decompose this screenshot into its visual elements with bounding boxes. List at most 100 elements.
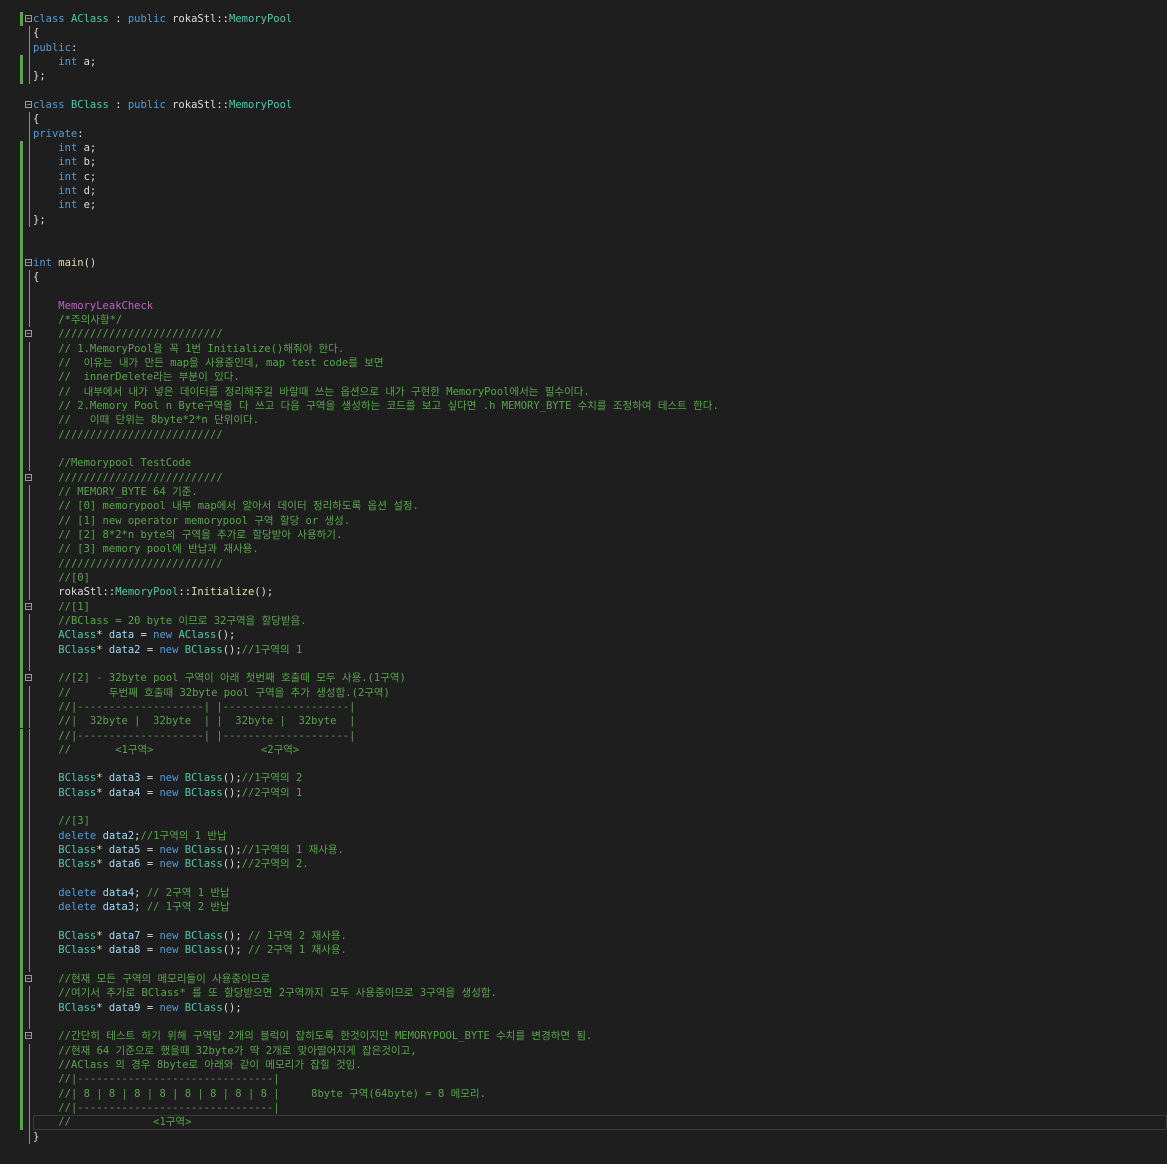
code-line[interactable]: int c; [0, 169, 1167, 184]
code-line[interactable]: AClass* data = new AClass(); [0, 628, 1167, 643]
code-line[interactable]: { [0, 26, 1167, 41]
fold-toggle-icon[interactable]: − [25, 674, 32, 682]
code-line[interactable]: // <1구역> [0, 1115, 1167, 1130]
code-text: ////////////////////////// [33, 557, 222, 571]
fold-toggle-icon[interactable]: − [25, 330, 32, 338]
code-line[interactable]: − //간단히 테스트 하기 위해 구역당 2개의 블럭이 잡히도록 한것이지만… [0, 1029, 1167, 1044]
code-line[interactable]: //[3] [0, 814, 1167, 829]
code-line[interactable]: //현재 64 기준으로 했을때 32byte가 딱 2개로 맞아떨어지게 잡은… [0, 1043, 1167, 1059]
code-line[interactable]: } [0, 1129, 1167, 1145]
code-line[interactable] [0, 241, 1167, 256]
code-line[interactable]: BClass* data3 = new BClass();//1구역의 2 [0, 771, 1167, 786]
code-line[interactable]: //AClass 의 경우 8byte로 아래와 같이 메모리가 잡힐 것임. [0, 1058, 1167, 1073]
fold-toggle-icon[interactable]: − [25, 473, 32, 481]
code-line[interactable]: BClass* data7 = new BClass(); // 1구역 2 재… [0, 929, 1167, 944]
code-line[interactable] [0, 441, 1167, 457]
code-line[interactable]: ////////////////////////// [0, 427, 1167, 442]
code-token: //2구역의 2. [241, 858, 309, 871]
code-line[interactable]: //|-------------------------------| [0, 1072, 1167, 1087]
code-token: //[1] [58, 600, 90, 613]
code-line[interactable]: delete data4; // 2구역 1 반납 [0, 886, 1167, 901]
code-line[interactable]: − class AClass : public rokaStl::MemoryPo… [0, 12, 1167, 27]
code-line[interactable]: − class BClass : public rokaStl::MemoryPo… [0, 98, 1167, 112]
code-line[interactable]: // 2.Memory Pool n Byte구역을 다 쓰고 다음 구역을 생… [0, 398, 1167, 414]
code-line[interactable]: int b; [0, 155, 1167, 170]
code-line[interactable]: }; [0, 69, 1167, 84]
fold-toggle-icon[interactable]: − [25, 15, 32, 23]
code-line[interactable]: BClass* data8 = new BClass(); // 2구역 1 재… [0, 943, 1167, 958]
code-line[interactable]: // 두번째 호출때 32byte pool 구역을 추가 생성함.(2구역) [0, 685, 1167, 700]
code-line[interactable]: // [0] memorypool 내부 map에서 알아서 데이터 정리하도록… [0, 499, 1167, 514]
code-line[interactable]: − ////////////////////////// [0, 327, 1167, 342]
code-line[interactable]: private: [0, 126, 1167, 141]
change-marker [20, 972, 23, 987]
fold-toggle-icon[interactable]: − [25, 975, 32, 983]
fold-toggle-icon[interactable]: − [25, 100, 32, 108]
code-line[interactable] [0, 914, 1167, 930]
code-line[interactable] [0, 957, 1167, 973]
code-line[interactable]: BClass* data2 = new BClass();//1구역의 1 [0, 642, 1167, 657]
code-line[interactable]: //여기서 추가로 BClass* 를 또 할당받으면 2구역까지 모두 사용중… [0, 986, 1167, 1001]
code-line[interactable] [0, 757, 1167, 772]
gutter [0, 269, 33, 285]
code-line[interactable]: /*주의사항*/ [0, 312, 1167, 328]
code-text: //|--------------------| |--------------… [33, 729, 355, 743]
code-text: //| 8 | 8 | 8 | 8 | 8 | 8 | 8 | 8 | 8byt… [33, 1087, 486, 1101]
code-line[interactable]: //[0] [0, 570, 1167, 586]
code-line[interactable] [0, 226, 1167, 242]
code-line[interactable]: BClass* data9 = new BClass(); [0, 1000, 1167, 1016]
fold-toggle-icon[interactable]: − [25, 258, 32, 266]
fold-toggle-icon[interactable]: − [25, 1032, 32, 1040]
code-line[interactable]: BClass* data4 = new BClass();//2구역의 1 [0, 785, 1167, 801]
code-line[interactable]: − ////////////////////////// [0, 470, 1167, 485]
code-line[interactable]: // [1] new operator memorypool 구역 할당 or … [0, 513, 1167, 528]
code-line[interactable]: MemoryLeakCheck [0, 298, 1167, 313]
code-line[interactable]: // 이유는 내가 만든 map을 사용중인데, map test code를 … [0, 355, 1167, 371]
code-line[interactable]: // <1구역> <2구역> [0, 742, 1167, 758]
code-line[interactable]: rokaStl::MemoryPool::Initialize(); [0, 585, 1167, 600]
code-line[interactable]: − //현재 모든 구역의 메모리들이 사용중이므로 [0, 972, 1167, 987]
code-line[interactable]: // 이때 단위는 8byte*2*n 단위이다. [0, 413, 1167, 428]
gutter [0, 241, 33, 256]
code-line[interactable] [0, 1015, 1167, 1030]
code-line[interactable]: BClass* data5 = new BClass();//1구역의 1 재사… [0, 843, 1167, 858]
code-line[interactable]: // innerDelete라는 부분이 있다. [0, 370, 1167, 385]
fold-guide [29, 69, 30, 84]
code-line[interactable]: − //[2] - 32byte pool 구역이 아래 첫번째 호출때 모두 … [0, 671, 1167, 686]
code-line[interactable]: //BClass = 20 byte 이므로 32구역을 할당받음. [0, 613, 1167, 629]
code-line[interactable]: // 내부에서 내가 넣은 데이터를 정리해주길 바랄때 쓰는 옵션으로 내가 … [0, 384, 1167, 399]
code-line[interactable]: // 1.MemoryPool을 꼭 1번 Initialize()해줘야 한다… [0, 341, 1167, 356]
code-line[interactable]: − int main() [0, 255, 1167, 270]
gutter [0, 40, 33, 55]
code-line[interactable]: // MEMORY_BYTE 64 기준. [0, 484, 1167, 500]
code-line[interactable]: //| 32byte | 32byte | | 32byte | 32byte … [0, 714, 1167, 729]
code-line[interactable]: int a; [0, 54, 1167, 70]
code-line[interactable] [0, 871, 1167, 887]
code-line[interactable]: { [0, 269, 1167, 285]
code-line[interactable]: − //[1] [0, 599, 1167, 614]
code-line[interactable]: //|-------------------------------| [0, 1101, 1167, 1116]
code-line[interactable] [0, 84, 1167, 98]
code-line[interactable]: delete data2;//1구역의 1 반납 [0, 828, 1167, 844]
code-line[interactable] [0, 284, 1167, 299]
code-line[interactable]: // [2] 8*2*n byte의 구역을 추가로 할당받아 사용하기. [0, 527, 1167, 543]
code-line[interactable]: int e; [0, 198, 1167, 213]
code-line[interactable]: //| 8 | 8 | 8 | 8 | 8 | 8 | 8 | 8 | 8byt… [0, 1086, 1167, 1102]
code-line[interactable]: { [0, 112, 1167, 127]
code-line[interactable]: ////////////////////////// [0, 556, 1167, 571]
code-line[interactable]: // [3] memory pool에 반납과 재사용. [0, 542, 1167, 557]
code-line[interactable]: int d; [0, 183, 1167, 199]
code-line[interactable]: BClass* data6 = new BClass();//2구역의 2. [0, 857, 1167, 872]
code-editor[interactable]: − class AClass : public rokaStl::MemoryPo… [0, 0, 1167, 1164]
code-line[interactable] [0, 800, 1167, 815]
code-line[interactable]: //|--------------------| |--------------… [0, 728, 1167, 743]
code-line[interactable] [0, 656, 1167, 672]
code-token: // MEMORY_BYTE 64 기준. [58, 485, 198, 498]
code-line[interactable]: //Memorypool TestCode [0, 456, 1167, 471]
code-line[interactable]: }; [0, 212, 1167, 227]
code-line[interactable]: delete data3; // 1구역 2 반납 [0, 900, 1167, 915]
code-line[interactable]: public: [0, 40, 1167, 55]
fold-toggle-icon[interactable]: − [25, 602, 32, 610]
code-line[interactable]: int a; [0, 140, 1167, 156]
code-line[interactable]: //|--------------------| |--------------… [0, 699, 1167, 715]
